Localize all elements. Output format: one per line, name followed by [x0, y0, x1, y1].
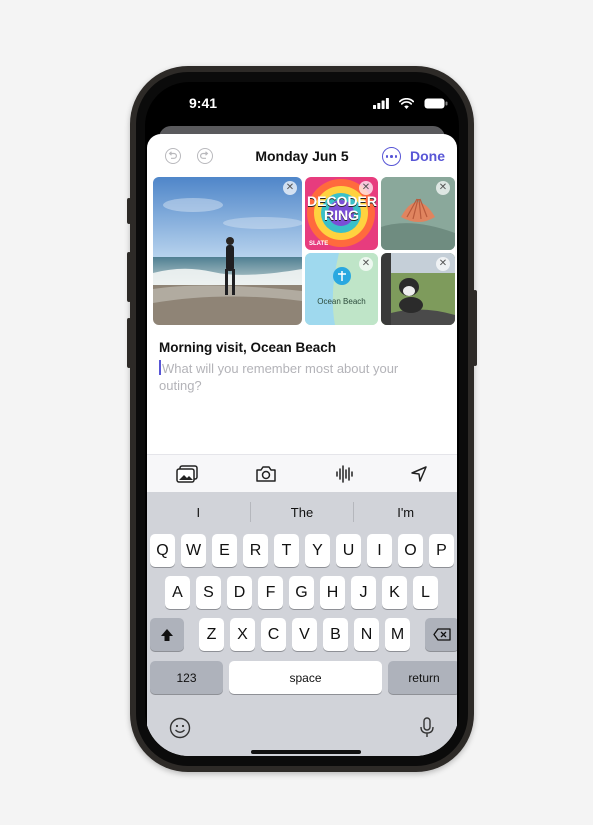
photo-library-icon[interactable]: [176, 465, 198, 483]
decoder-line1: DECODER: [307, 193, 378, 209]
location-arrow-icon[interactable]: [410, 465, 428, 483]
key-y[interactable]: Y: [305, 534, 330, 567]
entry-body-field[interactable]: What will you remember most about your o…: [159, 360, 429, 394]
key-o[interactable]: O: [398, 534, 423, 567]
key-s[interactable]: S: [196, 576, 221, 609]
space-bar[interactable]: space: [229, 661, 382, 694]
key-b[interactable]: B: [323, 618, 348, 651]
keyboard: I The I'm Q W E R T Y U I O P A S D F G …: [147, 492, 457, 756]
key-p[interactable]: P: [429, 534, 454, 567]
keyboard-row-1: Q W E R T Y U I O P: [150, 534, 454, 567]
key-j[interactable]: J: [351, 576, 376, 609]
key-d[interactable]: D: [227, 576, 252, 609]
remove-location-button[interactable]: ✕: [359, 257, 373, 271]
shift-arrow-icon: [161, 628, 173, 641]
battery-icon: [424, 98, 448, 109]
key-v[interactable]: V: [292, 618, 317, 651]
remove-dog-photo-button[interactable]: ✕: [436, 257, 450, 271]
suggestion-1[interactable]: I: [147, 505, 250, 520]
key-t[interactable]: T: [274, 534, 299, 567]
key-c[interactable]: C: [261, 618, 286, 651]
suggestion-3[interactable]: I'm: [354, 505, 457, 520]
key-n[interactable]: N: [354, 618, 379, 651]
cellular-signal-icon: [373, 98, 389, 109]
key-m[interactable]: M: [385, 618, 410, 651]
done-button[interactable]: Done: [410, 148, 445, 164]
volume-down-button: [127, 318, 131, 368]
key-h[interactable]: H: [320, 576, 345, 609]
key-x[interactable]: X: [230, 618, 255, 651]
shell-photo[interactable]: ✕: [381, 177, 455, 250]
predictive-text-bar: I The I'm: [147, 494, 457, 530]
entry-title[interactable]: Morning visit, Ocean Beach: [159, 340, 336, 355]
location-map[interactable]: Ocean Beach ✕: [305, 253, 378, 325]
key-r[interactable]: R: [243, 534, 268, 567]
podcast-artwork[interactable]: DECODER RING SLATE ✕: [305, 177, 378, 250]
suggestion-2[interactable]: The: [251, 505, 354, 520]
delete-key[interactable]: [425, 618, 457, 651]
key-l[interactable]: L: [413, 576, 438, 609]
dog-photo[interactable]: ✕: [381, 253, 455, 325]
more-options-button[interactable]: [382, 147, 401, 166]
remove-photo-button[interactable]: ✕: [283, 181, 297, 195]
status-time: 9:41: [189, 95, 218, 111]
key-g[interactable]: G: [289, 576, 314, 609]
text-cursor: [159, 360, 161, 375]
key-a[interactable]: A: [165, 576, 190, 609]
keyboard-row-2: A S D F G H J K L: [165, 576, 438, 609]
wifi-icon: [399, 98, 414, 109]
dictation-mic-icon[interactable]: [419, 717, 435, 739]
shift-key[interactable]: [150, 618, 184, 651]
entry-body-placeholder: What will you remember most about your o…: [159, 361, 399, 393]
backspace-icon: [433, 628, 451, 641]
beach-photo[interactable]: ✕: [153, 177, 302, 325]
key-z[interactable]: Z: [199, 618, 224, 651]
keyboard-row-4: 123 space return: [150, 661, 457, 694]
return-key[interactable]: return: [388, 661, 457, 694]
key-k[interactable]: K: [382, 576, 407, 609]
remove-shell-photo-button[interactable]: ✕: [436, 181, 450, 195]
key-w[interactable]: W: [181, 534, 206, 567]
decoder-line2: RING: [324, 207, 359, 223]
decoder-title: DECODER RING: [307, 193, 378, 223]
key-u[interactable]: U: [336, 534, 361, 567]
key-q[interactable]: Q: [150, 534, 175, 567]
dynamic-island: [254, 92, 350, 120]
navigation-bar: Monday Jun 5 Done: [147, 134, 457, 178]
key-f[interactable]: F: [258, 576, 283, 609]
decoder-brand: SLATE: [309, 241, 329, 247]
attachment-toolbar: [147, 454, 457, 493]
key-e[interactable]: E: [212, 534, 237, 567]
key-i[interactable]: I: [367, 534, 392, 567]
surfer-photo-illustration: [153, 177, 302, 325]
emoji-key-icon[interactable]: [169, 717, 191, 739]
camera-icon[interactable]: [255, 465, 277, 483]
journal-entry-sheet: Monday Jun 5 Done ✕ DECODER RING SLATE ✕…: [147, 134, 457, 756]
power-button: [473, 290, 477, 366]
audio-waveform-icon[interactable]: [335, 465, 353, 483]
status-bar: 9:41: [145, 82, 459, 128]
action-button: [127, 198, 131, 224]
map-location-label: Ocean Beach: [317, 297, 366, 306]
numbers-key[interactable]: 123: [150, 661, 223, 694]
status-indicators: [373, 98, 448, 109]
volume-up-button: [127, 252, 131, 302]
home-indicator: [251, 750, 361, 754]
remove-artwork-button[interactable]: ✕: [359, 181, 373, 195]
keyboard-row-3: Z X C V B N M: [150, 618, 457, 651]
ellipsis-icon: [385, 155, 389, 158]
phone-screen: 9:41 Monday Jun 5 Done ✕ DECODER RING SL…: [145, 82, 459, 756]
